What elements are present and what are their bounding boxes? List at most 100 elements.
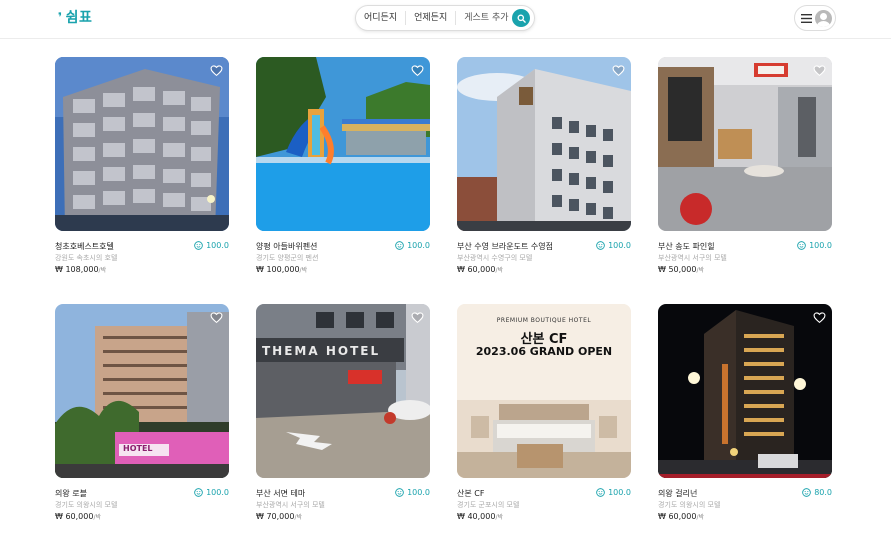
- listing-photo[interactable]: [55, 57, 229, 231]
- logo-text: 쉼표: [65, 10, 93, 26]
- price-unit: /박: [98, 267, 107, 274]
- listing-address: 부산광역시 서구의 모텔: [256, 501, 325, 509]
- listing-rating: 100.0: [194, 488, 229, 497]
- listing-address: 강원도 속초시의 호텔: [55, 254, 118, 262]
- listing-rating: 100.0: [797, 241, 832, 250]
- smile-icon: [395, 488, 404, 497]
- listing-card[interactable]: 부산 송도 파인힐 100.0 부산광역시 서구의 모텔 ₩ 50,000/박: [658, 57, 832, 285]
- search-where[interactable]: 어디든지: [356, 11, 405, 25]
- listing-photo[interactable]: [457, 57, 631, 231]
- price-value: ₩ 100,000: [256, 265, 300, 274]
- price-unit: /박: [299, 267, 308, 274]
- listing-price: ₩ 100,000/박: [256, 265, 307, 274]
- listing-address: 경기도 군포시의 모텔: [457, 501, 520, 509]
- listing-title[interactable]: 양평 아들바위펜션: [256, 241, 317, 252]
- listing-rating: 100.0: [395, 488, 430, 497]
- smile-icon: [395, 241, 404, 250]
- thema-sign-text: THEMA HOTEL: [262, 344, 381, 358]
- search-guest[interactable]: 게스트 추가: [455, 11, 516, 25]
- listing-title[interactable]: 의왕 걸리넌: [658, 488, 697, 499]
- listing-rating: 100.0: [596, 488, 631, 497]
- search-icon: [516, 13, 526, 23]
- listing-card[interactable]: PREMIUM BOUTIQUE HOTEL 산본 CF 2023.06 GRA…: [457, 304, 631, 532]
- heart-icon[interactable]: [813, 311, 826, 324]
- price-unit: /박: [696, 267, 704, 274]
- listing-price: ₩ 108,000/박: [55, 265, 106, 274]
- price-unit: /박: [294, 514, 302, 521]
- listing-rating: 100.0: [596, 241, 631, 250]
- price-unit: /박: [93, 514, 101, 521]
- user-menu-button[interactable]: [794, 5, 836, 31]
- listing-photo[interactable]: [256, 57, 430, 231]
- listing-card[interactable]: 부산 수영 브라운도트 수영점 100.0 부산광역시 수영구의 모텔 ₩ 60…: [457, 57, 631, 285]
- listing-card[interactable]: HOTEL 의왕 로블 100.0 경기도 의왕시의 모텔 ₩ 60,000/박: [55, 304, 229, 532]
- listing-title[interactable]: 부산 수영 브라운도트 수영점: [457, 241, 553, 252]
- rating-value: 100.0: [608, 488, 631, 497]
- price-value: ₩ 50,000: [658, 265, 697, 274]
- rating-value: 100.0: [407, 241, 430, 250]
- listing-rating: 100.0: [395, 241, 430, 250]
- price-value: ₩ 60,000: [658, 512, 697, 521]
- heart-icon[interactable]: [612, 64, 625, 77]
- heart-icon[interactable]: [210, 64, 223, 77]
- listing-title[interactable]: 의왕 로블: [55, 488, 87, 499]
- search-button[interactable]: [512, 9, 530, 27]
- search-bar[interactable]: 어디든지 언제든지 게스트 추가: [355, 5, 535, 31]
- smile-icon: [596, 488, 605, 497]
- cf-promo-top: PREMIUM BOUTIQUE HOTEL: [496, 317, 592, 324]
- listing-rating: 80.0: [802, 488, 832, 497]
- listing-price: ₩ 40,000/박: [457, 512, 503, 521]
- rating-value: 100.0: [206, 488, 229, 497]
- top-navigation-bar: ❜ 쉼표 어디든지 언제든지 게스트 추가: [0, 0, 891, 39]
- price-value: ₩ 40,000: [457, 512, 496, 521]
- listing-address: 경기도 의왕시의 모텔: [55, 501, 118, 509]
- listing-title[interactable]: 청초호베스트호텔: [55, 241, 114, 252]
- listing-title[interactable]: 산본 CF: [457, 488, 484, 499]
- listing-address: 부산광역시 수영구의 모텔: [457, 254, 533, 262]
- price-value: ₩ 70,000: [256, 512, 295, 521]
- smile-icon: [802, 488, 812, 497]
- listing-title[interactable]: 부산 서면 테마: [256, 488, 305, 499]
- listing-card[interactable]: 의왕 걸리넌 80.0 경기도 의왕시의 모텔 ₩ 60,000/박: [658, 304, 832, 532]
- price-value: ₩ 60,000: [457, 265, 496, 274]
- listing-card[interactable]: 청초호베스트호텔 100.0 강원도 속초시의 호텔 ₩ 108,000/박: [55, 57, 229, 285]
- listing-photo[interactable]: PREMIUM BOUTIQUE HOTEL 산본 CF 2023.06 GRA…: [457, 304, 631, 478]
- heart-icon[interactable]: [411, 311, 424, 324]
- listing-rating: 100.0: [194, 241, 229, 250]
- heart-icon[interactable]: [411, 64, 424, 77]
- price-unit: /박: [696, 514, 704, 521]
- listing-price: ₩ 50,000/박: [658, 265, 704, 274]
- rating-value: 80.0: [814, 488, 832, 497]
- comma-mark-icon: ❜: [58, 10, 63, 24]
- listing-address: 경기도 의왕시의 모텔: [658, 501, 721, 509]
- rating-value: 100.0: [206, 241, 229, 250]
- rating-value: 100.0: [608, 241, 631, 250]
- listing-price: ₩ 70,000/박: [256, 512, 302, 521]
- price-unit: /박: [495, 514, 503, 521]
- listing-photo[interactable]: HOTEL: [55, 304, 229, 478]
- price-value: ₩ 60,000: [55, 512, 94, 521]
- price-unit: /박: [495, 267, 503, 274]
- listing-price: ₩ 60,000/박: [457, 265, 503, 274]
- motel-sign-text: HOTEL: [123, 444, 153, 453]
- listing-card[interactable]: 양평 아들바위펜션 100.0 경기도 양평군의 펜션 ₩ 100,000/박: [256, 57, 430, 285]
- smile-icon: [194, 241, 203, 250]
- heart-icon[interactable]: [210, 311, 223, 324]
- rating-value: 100.0: [407, 488, 430, 497]
- smile-icon: [194, 488, 203, 497]
- listing-title[interactable]: 부산 송도 파인힐: [658, 241, 715, 252]
- listing-price: ₩ 60,000/박: [55, 512, 101, 521]
- listing-photo[interactable]: [658, 57, 832, 231]
- listing-photo[interactable]: [658, 304, 832, 478]
- search-when[interactable]: 언제든지: [405, 11, 455, 25]
- rating-value: 100.0: [809, 241, 832, 250]
- listing-photo[interactable]: THEMA HOTEL: [256, 304, 430, 478]
- listing-address: 부산광역시 서구의 모텔: [658, 254, 727, 262]
- heart-icon[interactable]: [813, 64, 826, 77]
- user-icon: [815, 9, 832, 27]
- cf-promo-open: 2023.06 GRAND OPEN: [475, 345, 613, 358]
- hamburger-icon: [801, 13, 812, 23]
- listing-price: ₩ 60,000/박: [658, 512, 704, 521]
- listing-card[interactable]: THEMA HOTEL 부산 서면 테마 100.0 부산광역시 서구의 모텔 …: [256, 304, 430, 532]
- logo[interactable]: ❜ 쉼표: [58, 7, 92, 27]
